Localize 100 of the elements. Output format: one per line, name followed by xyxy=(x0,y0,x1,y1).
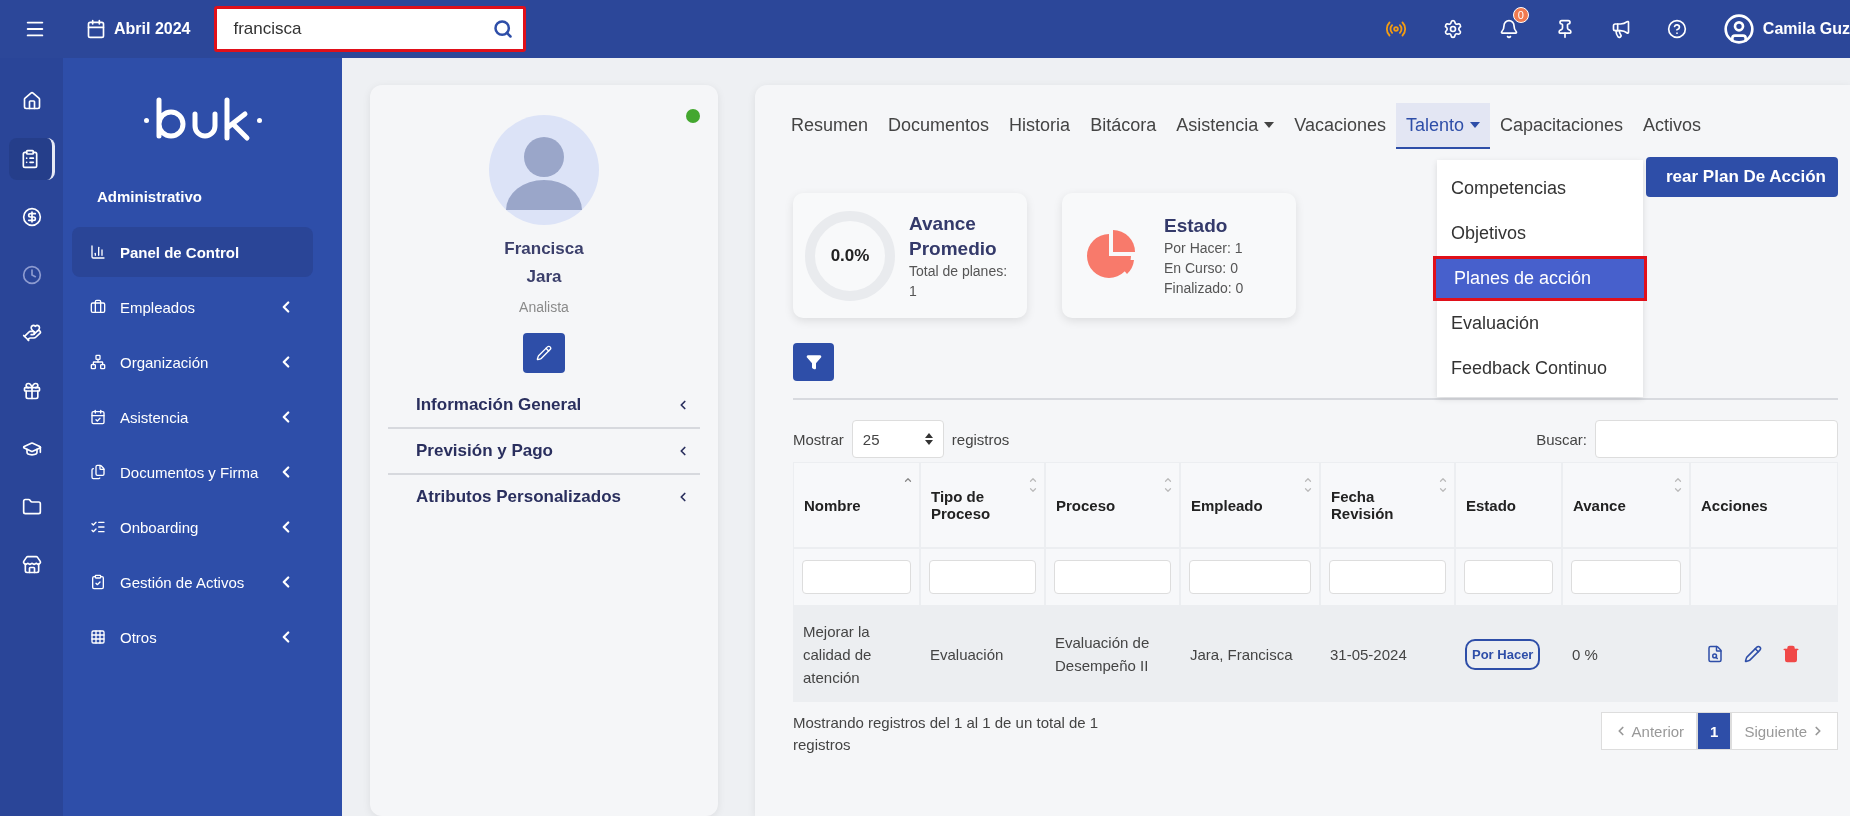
chart-icon xyxy=(90,244,106,260)
column-filter-field[interactable] xyxy=(802,560,911,594)
clock-icon xyxy=(21,265,42,285)
stat-detail: En Curso: 0 xyxy=(1164,259,1239,278)
column-header[interactable]: Tipo de Proceso xyxy=(931,488,1020,522)
bell-icon[interactable] xyxy=(1498,19,1519,39)
menu-item[interactable]: Evaluación xyxy=(1437,301,1643,346)
column-filter-field[interactable] xyxy=(1189,560,1311,594)
accordion-header[interactable]: Previsión y Pago xyxy=(388,427,700,473)
filter-icon xyxy=(805,354,822,370)
stat-detail: Finalizado: 0 xyxy=(1164,279,1244,298)
employee-role: Analista xyxy=(519,299,569,315)
tab[interactable]: Bitácora xyxy=(1080,103,1167,149)
table-cell: 0 % xyxy=(1562,606,1690,702)
section-heading: Administrativo xyxy=(97,188,203,205)
column-filter-field[interactable] xyxy=(929,560,1036,594)
tab[interactable]: Resumen xyxy=(781,103,879,149)
create-plan-button[interactable]: rear Plan De Acción xyxy=(1646,157,1838,197)
user-name[interactable]: Camila Guz xyxy=(1762,20,1850,38)
home-icon xyxy=(21,91,42,111)
folder-icon xyxy=(21,497,42,517)
column-filter-field[interactable] xyxy=(1571,560,1681,594)
sidebar-item[interactable]: Documentos y Firma xyxy=(72,447,313,497)
menu-item[interactable]: Planes de acción xyxy=(1433,256,1647,301)
column-filter-field[interactable] xyxy=(1054,560,1171,594)
menu-item[interactable]: Objetivos xyxy=(1437,211,1643,256)
edit-button[interactable] xyxy=(523,333,565,373)
column-header[interactable]: Nombre xyxy=(804,496,861,514)
filter-button[interactable] xyxy=(793,343,834,381)
date-label[interactable]: Abril 2024 xyxy=(114,20,191,38)
settings-icon[interactable] xyxy=(1442,19,1463,39)
sidebar-item[interactable]: Onboarding xyxy=(72,502,313,552)
grid-icon xyxy=(90,629,106,645)
column-filter-field[interactable] xyxy=(1464,560,1553,594)
column-header[interactable]: Avance xyxy=(1573,496,1626,514)
table-info: Mostrando registros del 1 al 1 de un total de 1 registros xyxy=(793,713,1100,755)
table-cell: Mejorar la calidad de atención xyxy=(793,606,920,702)
length-suffix: registros xyxy=(951,430,1010,448)
sidebar-item[interactable]: Otros xyxy=(72,612,313,662)
search-icon[interactable] xyxy=(1706,645,1724,663)
sidebar-item[interactable]: Gestión de Activos xyxy=(72,557,313,607)
checklist-icon xyxy=(90,519,106,535)
tab[interactable]: Capacitaciones xyxy=(1490,103,1634,149)
stat-detail: Total de planes: 1 xyxy=(909,261,1009,301)
column-filter-field[interactable] xyxy=(1329,560,1446,594)
tab[interactable]: Documentos xyxy=(878,103,1000,149)
caret-icon xyxy=(1264,122,1275,128)
files-icon xyxy=(90,464,106,480)
sidebar-item[interactable]: Organización xyxy=(72,337,313,387)
page-button[interactable]: 1 xyxy=(1697,712,1732,750)
menu-item[interactable]: Feedback Continuo xyxy=(1437,346,1643,391)
table-cell: Evaluación xyxy=(920,606,1045,702)
column-header[interactable]: Empleado xyxy=(1191,496,1263,514)
tab[interactable]: Asistencia xyxy=(1166,103,1285,149)
search-icon xyxy=(493,19,514,39)
rail-button[interactable] xyxy=(8,138,55,180)
clipboard-icon xyxy=(20,149,40,169)
hierarchy-icon xyxy=(90,354,106,370)
graduation-cap-icon xyxy=(21,439,42,459)
tab[interactable]: Talento xyxy=(1395,103,1490,149)
calendar-icon xyxy=(86,19,106,39)
menu-item[interactable]: Competencias xyxy=(1437,166,1643,211)
tab[interactable]: Activos xyxy=(1633,103,1712,149)
stat-title: Estado xyxy=(1164,214,1229,238)
status-tag: Por Hacer xyxy=(1465,638,1541,670)
table-cell: Jara, Francisca xyxy=(1180,606,1320,702)
stat-title: Avance Promedio xyxy=(909,211,998,261)
pencil-icon xyxy=(536,345,552,361)
column-header[interactable]: Proceso xyxy=(1056,496,1116,514)
search-field[interactable]: francisca xyxy=(214,6,527,52)
caret-icon xyxy=(1470,122,1480,128)
column-header: Acciones xyxy=(1701,496,1768,514)
column-header: Estado xyxy=(1466,496,1516,514)
store-icon xyxy=(21,555,42,575)
tab[interactable]: Historia xyxy=(999,103,1081,149)
accordion-header[interactable]: Atributos Personalizados xyxy=(388,473,700,519)
clipboard-icon xyxy=(90,574,106,590)
help-icon[interactable] xyxy=(1666,19,1687,39)
accordion-header[interactable]: Información General xyxy=(388,383,700,427)
page-size-select[interactable]: 25 xyxy=(851,420,944,458)
sidebar-item[interactable]: Panel de Control xyxy=(72,227,313,277)
table-cell: 31-05-2024 xyxy=(1320,606,1455,702)
employee-last-name: Jara xyxy=(525,266,563,288)
calendar-icon xyxy=(90,409,106,425)
gift-icon xyxy=(21,381,42,401)
stat-detail: Por Hacer: 1 xyxy=(1164,239,1244,258)
tab[interactable]: Vacaciones xyxy=(1284,103,1396,149)
megaphone-icon[interactable] xyxy=(1610,19,1631,39)
sidebar-item[interactable]: Empleados xyxy=(72,282,313,332)
trash-icon[interactable] xyxy=(1782,645,1800,663)
search-label: Buscar: xyxy=(1536,430,1587,448)
briefcase-icon xyxy=(90,299,106,315)
table-search-field[interactable] xyxy=(1595,420,1838,458)
progress-value: 0.0% xyxy=(830,245,870,266)
user-avatar-icon xyxy=(1722,13,1755,45)
notification-count: 0 xyxy=(1512,7,1529,23)
column-header[interactable]: Fecha Revisión xyxy=(1331,488,1430,522)
employee-first-name: Francisca xyxy=(504,238,584,260)
sidebar-item[interactable]: Asistencia xyxy=(72,392,313,442)
pencil-icon[interactable] xyxy=(1744,645,1762,663)
